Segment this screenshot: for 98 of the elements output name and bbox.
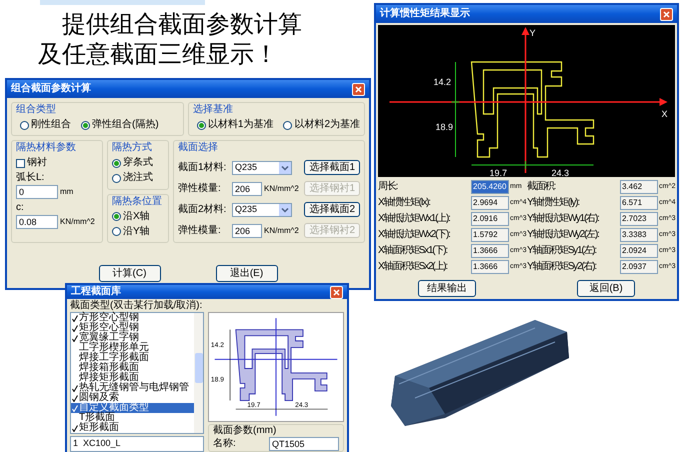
dialog-button[interactable]: 计算(C) <box>98 265 160 282</box>
group-title: 隔热材料参数 <box>16 142 77 154</box>
close-button[interactable] <box>352 82 365 96</box>
group-title: 组合类型 <box>16 104 57 116</box>
result-label: Y轴面积矩Sy1(左): <box>527 245 598 257</box>
dialog-button[interactable]: 退出(E) <box>216 265 278 282</box>
group-title: 隔热方式 <box>112 142 153 154</box>
group-title: 隔热条位置 <box>112 196 163 208</box>
result-label: X轴面积矩Sx2(上): <box>378 261 448 273</box>
window-title: 计算惯性矩结果显示 <box>380 9 470 19</box>
input-field[interactable]: 1.5792 <box>471 228 510 242</box>
list-item[interactable]: 热轧无缝钢管与电焊钢管 <box>71 383 194 393</box>
dropdown-icon <box>279 204 291 216</box>
list-item[interactable]: 焊接箱形截面 <box>71 363 194 373</box>
field-label: 名称: <box>213 438 236 450</box>
radio-button[interactable]: 沿X轴 <box>112 210 164 222</box>
input-field[interactable]: 206 <box>232 224 262 238</box>
result-label: X轴惯性矩(Ix): <box>378 197 432 209</box>
input-field[interactable]: 2.0937 <box>620 260 658 274</box>
result-label: Y轴抵抗矩Wy1(右): <box>527 213 600 225</box>
result-label: Y轴惯性矩(Iy): <box>527 197 580 209</box>
headline: 及任意截面三维显示！ <box>38 40 279 70</box>
close-button[interactable] <box>660 8 673 20</box>
group-title: 截面参数(mm) <box>213 425 278 437</box>
axis-label: Y <box>530 28 536 38</box>
input-field[interactable]: 3.3383 <box>620 228 658 242</box>
input-field[interactable]: 1.3666 <box>471 260 510 274</box>
input-field[interactable]: 3.462 <box>620 180 658 194</box>
list-item[interactable]: 矩形截面 <box>71 423 194 433</box>
dimension-label: 18.9 <box>436 122 454 132</box>
dimension-label: 14.2 <box>434 77 452 87</box>
radio-button[interactable]: 浇注式 <box>112 172 164 184</box>
close-button[interactable] <box>330 286 343 298</box>
result-label: 周长: <box>378 181 398 193</box>
input-field[interactable]: 205.4260 <box>471 180 510 194</box>
window-title: 工程截面库 <box>71 287 121 297</box>
list-item[interactable]: 宽翼缘工字钢 <box>71 333 194 343</box>
list-item[interactable]: 工字形楔形单元 <box>71 343 194 353</box>
dropdown-icon <box>279 162 291 174</box>
result-label: X轴抵抗矩Wx1(上): <box>378 213 451 225</box>
result-label: 截面积: <box>527 181 556 193</box>
radio-button[interactable]: 刚性组合 <box>20 119 71 131</box>
list-item[interactable]: 1 XC100_L <box>73 437 201 450</box>
result-label: X轴面积矩Sx1(下): <box>378 245 448 257</box>
input-field[interactable]: 2.7023 <box>620 212 658 226</box>
result-label: Y轴面积矩Sy2(右): <box>527 261 598 273</box>
unit-label: KN/mm^2 <box>264 182 299 194</box>
input-field[interactable]: 206 <box>232 182 262 196</box>
select-field[interactable]: Q235 <box>232 202 292 216</box>
dialog-button[interactable]: 选择截面1 <box>304 160 360 175</box>
dialog-button[interactable]: 返回(B) <box>577 280 635 297</box>
result-label: X轴抵抗矩Wx2(下): <box>378 229 451 241</box>
input-field[interactable]: 2.0924 <box>620 244 658 258</box>
input-field[interactable]: 0 <box>16 185 58 199</box>
radio-button[interactable]: 穿条式 <box>112 157 164 169</box>
radio-button[interactable]: 弹性组合(隔热) <box>81 119 159 131</box>
dialog-button[interactable]: 选择截面2 <box>304 202 360 217</box>
unit-label: mm <box>60 186 74 198</box>
close-icon <box>333 288 340 296</box>
result-label: Y轴抵抗矩Wy2(左): <box>527 229 600 241</box>
window-title: 组合截面参数计算 <box>11 84 91 94</box>
field-label: 截面1材料: <box>178 162 228 174</box>
checkbox[interactable]: 钢衬 <box>16 157 98 169</box>
list-item[interactable]: 圆钢及索 <box>71 393 194 403</box>
list-item[interactable]: 方形空心型钢 <box>71 313 194 323</box>
unit-label: KN/mm^2 <box>264 224 299 236</box>
input-field[interactable]: QT1505 <box>269 437 339 451</box>
input-field[interactable]: 0.08 <box>16 215 58 229</box>
list-item[interactable]: 焊接工字形截面 <box>71 353 194 363</box>
input-field[interactable]: 1.3666 <box>471 244 510 258</box>
radio-button[interactable]: 以材料1为基准 <box>196 119 274 131</box>
field-label: c: <box>16 202 25 214</box>
dialog-button[interactable]: 结果输出 <box>418 280 476 297</box>
input-field[interactable]: 2.0916 <box>471 212 510 226</box>
unit-label: KN/mm^2 <box>60 216 95 228</box>
group-title: 选择基准 <box>192 104 234 116</box>
dimension-label: 24.3 <box>552 168 570 177</box>
group-title: 截面选择 <box>178 142 219 154</box>
list-item[interactable]: 矩形空心型钢 <box>71 323 194 333</box>
dimension-label: 19.7 <box>490 168 508 177</box>
headline: 提供组合截面参数计算 <box>62 10 302 40</box>
scrollbar[interactable] <box>194 313 203 433</box>
close-icon <box>663 10 670 18</box>
radio-button[interactable]: 沿Y轴 <box>112 226 164 238</box>
field-label: 弹性模量: <box>178 182 222 194</box>
close-icon <box>355 86 362 92</box>
field-label: 弧长L: <box>16 172 46 184</box>
radio-button[interactable]: 以材料2为基准 <box>283 119 360 131</box>
input-field[interactable]: 2.9694 <box>471 196 510 210</box>
input-field[interactable]: 6.571 <box>620 196 658 210</box>
list-item[interactable]: T形截面 <box>71 413 194 423</box>
list-label: 截面类型(双击某行加载/取消): <box>70 300 204 312</box>
check-icon <box>72 424 78 432</box>
field-label: 截面2材料: <box>178 204 228 216</box>
select-field[interactable]: Q235 <box>232 160 292 174</box>
axis-label: X <box>662 109 668 119</box>
field-label: 弹性模量: <box>178 224 222 236</box>
list-item[interactable]: 焊接矩形截面 <box>71 373 194 383</box>
